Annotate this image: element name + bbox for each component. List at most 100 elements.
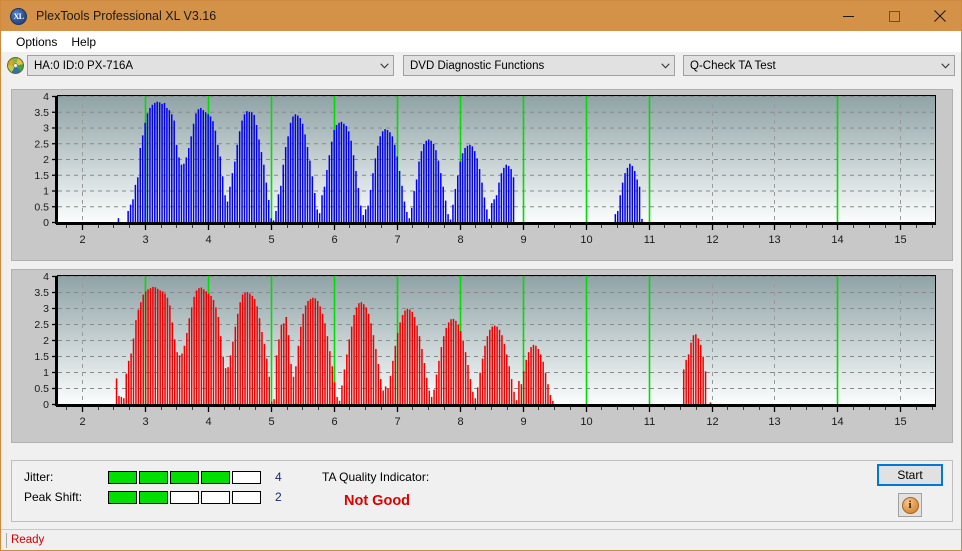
app-icon-text: XL [13,11,24,21]
svg-text:0: 0 [43,217,49,229]
svg-text:14: 14 [831,234,843,246]
peak-shift-label: Peak Shift: [24,490,83,504]
drive-select[interactable]: HA:0 ID:0 PX-716A [27,55,394,76]
selector-toolbar: HA:0 ID:0 PX-716A DVD Diagnostic Functio… [1,52,961,80]
meter-segment [201,490,230,504]
svg-text:5: 5 [268,416,274,428]
drive-select-value: HA:0 ID:0 PX-716A [34,59,134,72]
meter-segment [108,490,137,504]
peak-shift-row: Peak Shift: 2 [24,490,289,504]
svg-text:2: 2 [43,335,49,347]
jitter-value: 4 [275,470,282,484]
svg-text:3: 3 [142,416,148,428]
plextools-window: XL PlexTools Professional XL V3.16 Optio… [0,0,962,551]
function-select[interactable]: DVD Diagnostic Functions [403,55,675,76]
menu-bar: Options Help [1,31,961,52]
jitter-label: Jitter: [24,470,54,484]
info-icon: i [901,496,919,514]
svg-text:13: 13 [768,416,780,428]
chevron-down-icon [936,56,954,75]
svg-text:1.5: 1.5 [34,170,49,182]
start-button[interactable]: Start [877,464,943,486]
svg-text:3.5: 3.5 [34,107,49,119]
svg-text:3.5: 3.5 [34,287,49,299]
svg-text:1.5: 1.5 [34,351,49,363]
chart-panel-pit: 0 0.5 1 1.5 2 2.5 3 3.5 4 2 3 4 5 6 7 8 9 10 11 12 13 14 15 [11,89,953,261]
svg-text:8: 8 [457,234,463,246]
window-controls [825,1,961,31]
info-button[interactable]: i [898,493,922,517]
svg-text:0.5: 0.5 [34,383,49,395]
svg-text:3: 3 [43,123,49,135]
svg-text:12: 12 [706,416,718,428]
svg-text:0: 0 [43,399,49,411]
meter-segment [201,470,230,484]
window-title: PlexTools Professional XL V3.16 [36,9,217,23]
svg-text:2: 2 [79,416,85,428]
peak-shift-meter [108,490,261,504]
chevron-down-icon [656,56,674,75]
svg-text:9: 9 [520,416,526,428]
status-bar: Ready [1,529,961,550]
optical-disc-icon [7,57,24,74]
svg-text:2.5: 2.5 [34,138,49,150]
svg-text:6: 6 [331,234,337,246]
svg-text:11: 11 [644,416,655,428]
svg-text:5: 5 [268,234,274,246]
chart-panel-land: 0 0.5 1 1.5 2 2.5 3 3.5 4 2 3 4 5 6 7 8 9 10 11 12 13 14 15 [11,269,953,443]
function-select-value: DVD Diagnostic Functions [410,59,545,72]
svg-text:0.5: 0.5 [34,201,49,213]
meter-segment [139,470,168,484]
results-panel: Jitter: 4 Peak Shift: 2 TA Quality Indic… [11,460,953,522]
test-select-value: Q-Check TA Test [690,59,776,72]
svg-text:9: 9 [520,234,526,246]
svg-text:3: 3 [142,234,148,246]
svg-text:4: 4 [43,91,49,103]
ta-chart-pit: 0 0.5 1 1.5 2 2.5 3 3.5 4 2 3 4 5 6 7 8 9 10 11 12 13 14 15 [12,90,952,260]
ta-chart-land: 0 0.5 1 1.5 2 2.5 3 3.5 4 2 3 4 5 6 7 8 9 10 11 12 13 14 15 [12,270,952,442]
app-icon: XL [10,7,27,25]
svg-text:14: 14 [831,416,843,428]
title-bar: XL PlexTools Professional XL V3.16 [1,1,961,31]
svg-text:2: 2 [43,154,49,166]
chevron-down-icon [375,56,393,75]
svg-text:2.5: 2.5 [34,319,49,331]
meter-segment [170,470,199,484]
svg-text:1: 1 [43,186,49,198]
minimize-icon[interactable] [825,1,871,31]
svg-text:4: 4 [205,416,211,428]
jitter-row: Jitter: 4 [24,470,289,484]
svg-text:7: 7 [394,234,400,246]
svg-text:4: 4 [205,234,211,246]
ta-quality-block: TA Quality Indicator: Not Good [322,470,572,509]
svg-text:4: 4 [43,271,49,283]
jitter-meter [108,470,261,484]
svg-text:12: 12 [706,234,718,246]
svg-text:8: 8 [457,416,463,428]
svg-text:10: 10 [580,234,592,246]
svg-text:10: 10 [580,416,592,428]
ta-quality-value: Not Good [344,493,411,509]
svg-text:13: 13 [768,234,780,246]
meter-segment [139,490,168,504]
ta-quality-label: TA Quality Indicator: [322,470,430,484]
status-text: Ready [6,533,44,548]
meter-segment [108,470,137,484]
menu-item-help[interactable]: Help [64,34,103,50]
svg-text:15: 15 [894,234,906,246]
svg-text:11: 11 [644,234,655,246]
svg-text:1: 1 [43,367,49,379]
svg-text:7: 7 [394,416,400,428]
menu-item-options[interactable]: Options [9,34,64,50]
meter-segment [232,470,261,484]
meter-segment [170,490,199,504]
maximize-icon[interactable] [871,1,917,31]
close-icon[interactable] [917,1,961,31]
meter-segment [232,490,261,504]
svg-text:6: 6 [331,416,337,428]
test-select[interactable]: Q-Check TA Test [683,55,955,76]
peak-shift-value: 2 [275,490,282,504]
svg-text:3: 3 [43,303,49,315]
svg-text:15: 15 [894,416,906,428]
svg-text:2: 2 [79,234,85,246]
